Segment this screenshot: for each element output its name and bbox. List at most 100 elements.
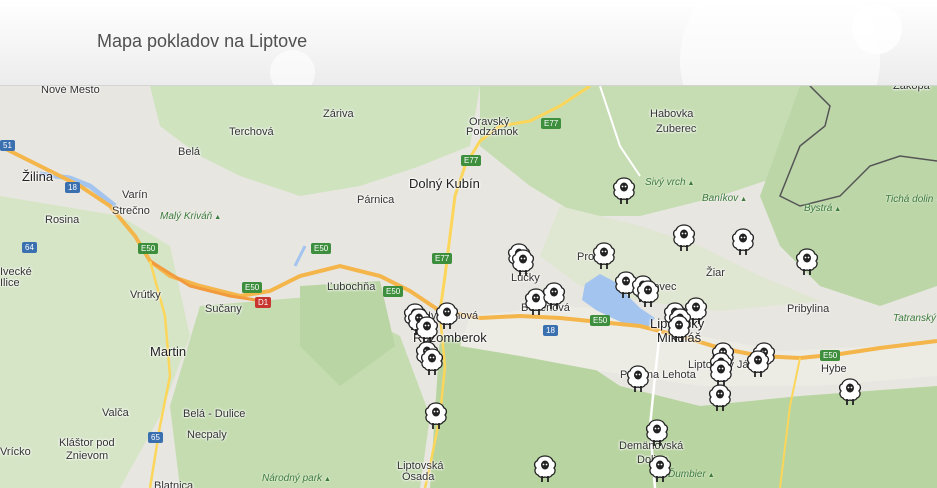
treasure-marker[interactable]: [645, 419, 669, 447]
peak-name: Tichá dolin: [885, 194, 934, 205]
treasure-marker[interactable]: [838, 378, 862, 406]
town-label: Zuberec: [656, 123, 697, 135]
town-label: Valča: [102, 407, 129, 419]
town-label: Žiar: [706, 267, 725, 279]
town-label: Belá: [178, 146, 201, 158]
town-label: Nové Mesto: [41, 86, 100, 96]
treasure-marker[interactable]: [795, 248, 819, 276]
city-label: Dolný Kubín: [409, 176, 480, 191]
town-label: Rosina: [45, 214, 80, 226]
sheep-icon: [795, 248, 819, 275]
treasure-marker[interactable]: [636, 280, 660, 308]
treasure-marker[interactable]: [612, 177, 636, 205]
road-shield: E50: [820, 350, 841, 361]
treasure-marker[interactable]: [731, 228, 755, 256]
peak-label: Malý Kriváň ▲: [160, 211, 221, 222]
peak-icon: ▲: [322, 476, 331, 483]
treasure-marker[interactable]: [511, 249, 535, 277]
road-shield: D1: [255, 297, 272, 308]
sheep-icon: [542, 282, 566, 309]
treasure-marker[interactable]: [424, 402, 448, 430]
town-label: Podzámok: [466, 126, 518, 138]
town-label: Záriva: [323, 108, 354, 120]
sheep-icon: [672, 224, 696, 251]
town-label: Osada: [402, 471, 435, 483]
treasure-marker[interactable]: [415, 316, 439, 344]
header-decoration: [680, 0, 880, 85]
treasure-marker[interactable]: [709, 359, 733, 387]
sheep-icon: [838, 378, 862, 405]
town-label: Kláštor pod: [59, 437, 115, 449]
sheep-icon: [746, 350, 770, 377]
town-label: Pribylina: [787, 303, 830, 315]
app-header: Mapa pokladov na Liptove: [0, 0, 937, 86]
town-label: Vrútky: [130, 289, 161, 301]
town-label: Necpaly: [187, 429, 227, 441]
town-label: Strečno: [112, 205, 150, 217]
page-title: Mapa pokladov na Liptove: [97, 31, 308, 51]
road-shield: E50: [590, 315, 611, 326]
treasure-marker[interactable]: [533, 455, 557, 483]
road-shield: 65: [148, 432, 163, 443]
town-label: Hybe: [821, 363, 847, 375]
peak-label: Ďumbier ▲: [668, 469, 715, 480]
road-shield: E77: [461, 155, 482, 166]
town-label: Ľubochňa: [327, 281, 376, 293]
treasure-marker[interactable]: [626, 365, 650, 393]
town-label: Párnica: [357, 194, 395, 206]
road-shield: E50: [138, 243, 159, 254]
road-shield: E77: [432, 253, 453, 264]
sheep-icon: [626, 365, 650, 392]
road-shield: E77: [541, 118, 562, 129]
treasure-marker[interactable]: [672, 224, 696, 252]
peak-icon: ▲: [212, 214, 222, 221]
sheep-icon: [709, 359, 733, 386]
map-view[interactable]: ŽilinaDolný KubínMartinRužomberokLiptovs…: [0, 86, 937, 488]
sheep-icon: [667, 315, 691, 342]
road-shield: E50: [311, 243, 332, 254]
peak-label: Baníkov ▲: [702, 193, 747, 204]
town-label: Belá - Dulice: [183, 408, 246, 420]
town-label: Znievom: [66, 450, 109, 462]
peak-name: Tatranský: [893, 313, 936, 324]
town-label: Vrícko: [0, 446, 31, 458]
road-shield: 51: [0, 140, 15, 151]
peak-name: Sivý vrch: [645, 177, 686, 188]
sheep-icon: [645, 419, 669, 446]
town-label: Blatnica: [154, 480, 194, 488]
sheep-icon: [511, 249, 535, 276]
sheep-icon: [708, 384, 732, 411]
sheep-icon: [612, 177, 636, 204]
peak-label: Tichá dolin ▲: [885, 194, 937, 205]
road-shield: 18: [543, 325, 558, 336]
treasure-marker[interactable]: [746, 350, 770, 378]
sheep-icon: [731, 228, 755, 255]
peak-name: Malý Kriváň: [160, 211, 213, 222]
treasure-marker[interactable]: [708, 384, 732, 412]
city-label: Žilina: [22, 169, 54, 184]
sheep-icon: [636, 280, 660, 307]
header-decoration: [852, 4, 902, 54]
town-label: Terchová: [229, 126, 274, 138]
town-label: Sučany: [205, 303, 242, 315]
peak-icon: ▲: [705, 472, 715, 479]
town-label: Habovka: [650, 108, 694, 120]
peak-label: Národný park ▲: [262, 473, 331, 484]
peak-icon: ▲: [738, 196, 748, 203]
sheep-icon: [533, 455, 557, 482]
road-shield: 64: [22, 242, 37, 253]
peak-name: Národný park: [262, 473, 323, 484]
road-shield: 18: [65, 182, 80, 193]
road-shield: E50: [242, 282, 263, 293]
peak-label: Tatranský ▲: [893, 313, 937, 324]
treasure-marker[interactable]: [420, 348, 444, 376]
city-label: Martin: [150, 344, 187, 359]
peak-icon: ▲: [685, 180, 695, 187]
treasure-marker[interactable]: [542, 282, 566, 310]
sheep-icon: [420, 348, 444, 375]
treasure-marker[interactable]: [648, 455, 672, 483]
treasure-marker[interactable]: [667, 315, 691, 343]
treasure-marker[interactable]: [592, 242, 616, 270]
sheep-icon: [424, 402, 448, 429]
sheep-icon: [592, 242, 616, 269]
